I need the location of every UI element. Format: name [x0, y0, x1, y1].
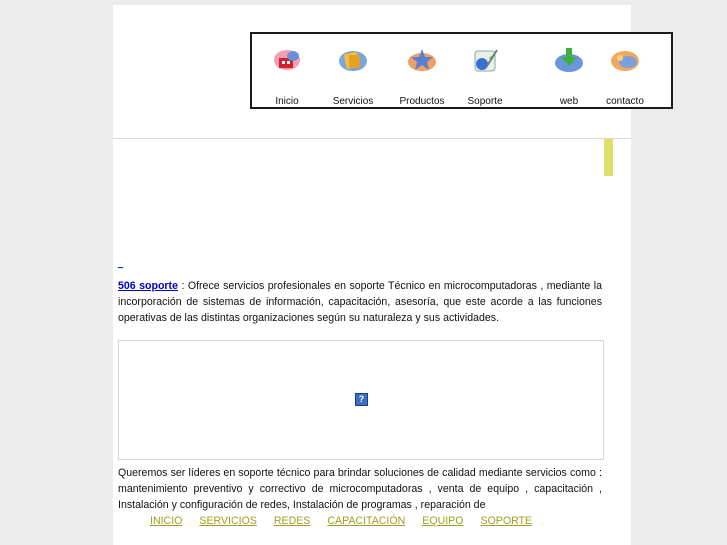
support-icon: [469, 46, 501, 76]
footer-navigation: INICIO SERVICIOS REDES CAPACITACIÓN EQUIPO SO…: [150, 515, 549, 527]
nav-item-servicios[interactable]: Servicios: [318, 34, 388, 107]
nav-label: Productos: [399, 96, 445, 107]
top-navigation: Inicio Servicios Productos Soporte web c…: [250, 32, 673, 109]
nav-item-soporte[interactable]: Soporte: [450, 34, 520, 107]
home-icon: [271, 46, 303, 76]
intro-paragraph: 506 soporte : Ofrece servicios profesion…: [118, 278, 602, 326]
intro-text: : Ofrece servicios profesionales en sopo…: [118, 280, 603, 324]
products-icon: [406, 46, 438, 76]
footer-link-inicio[interactable]: INICIO: [150, 515, 182, 527]
nav-label: Inicio: [275, 96, 299, 107]
accent-bar: [604, 139, 613, 176]
nav-item-productos[interactable]: Productos: [387, 34, 457, 107]
anchor-link[interactable]: _: [118, 258, 123, 268]
nav-label: Soporte: [467, 96, 503, 107]
services-icon: [337, 46, 369, 76]
header-divider: [113, 138, 631, 139]
footer-link-servicios[interactable]: SERVICIOS: [199, 515, 257, 527]
brand-link[interactable]: 506 soporte: [118, 280, 178, 292]
footer-link-soporte[interactable]: SOPORTE: [480, 515, 532, 527]
mission-paragraph: Queremos ser líderes en soporte técnico …: [118, 467, 602, 511]
footer-link-redes[interactable]: REDES: [274, 515, 311, 527]
nav-label: contacto: [606, 96, 644, 107]
footer-link-capacitacion[interactable]: CAPACITACIÓN: [327, 515, 405, 527]
contact-icon: [609, 46, 641, 76]
right-gutter: [604, 139, 631, 515]
web-download-icon: [553, 46, 585, 76]
broken-image-icon: ?: [355, 393, 368, 406]
image-placeholder-frame: ?: [118, 340, 604, 460]
nav-item-inicio[interactable]: Inicio: [252, 34, 322, 107]
footer-link-equipo[interactable]: EQUIPO: [422, 515, 463, 527]
nav-item-contacto[interactable]: contacto: [590, 34, 660, 107]
nav-label: Servicios: [332, 96, 374, 107]
